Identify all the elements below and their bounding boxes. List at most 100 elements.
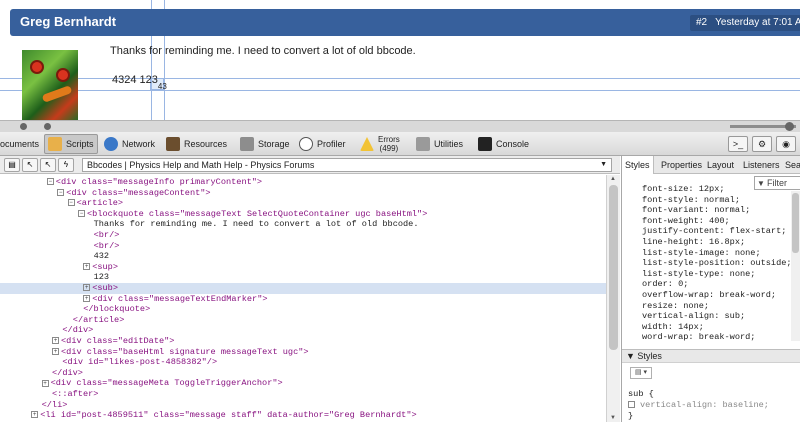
- dom-node-line[interactable]: + <div class="messageTextEndMarker">: [0, 294, 606, 305]
- property-checkbox[interactable]: [628, 401, 635, 409]
- tab-errors[interactable]: Errors (499): [360, 134, 400, 154]
- dom-node-text: <sup>: [92, 261, 118, 272]
- dom-node-text: <div class="messageInfo primaryContent">: [55, 177, 263, 187]
- tab-documents[interactable]: ocuments: [0, 134, 39, 154]
- tab-listeners[interactable]: Listeners: [740, 156, 783, 174]
- devtools-toolbar: ocuments Scripts Network Resources Stora…: [0, 132, 800, 156]
- dom-node-line[interactable]: − <div class="messageInfo primaryContent"…: [0, 177, 606, 188]
- dock-icon[interactable]: ▤: [4, 158, 20, 172]
- tab-search[interactable]: Sear: [782, 156, 800, 174]
- rendered-sub: 43: [157, 82, 167, 91]
- avatar[interactable]: [22, 50, 78, 120]
- computed-property: font-size: 12px;: [642, 184, 725, 194]
- author-name[interactable]: Greg Bernhardt: [20, 14, 116, 29]
- tab-utilities-label: Utilities: [434, 139, 464, 149]
- tab-resources[interactable]: Resources: [166, 134, 227, 154]
- expand-icon[interactable]: +: [52, 337, 59, 345]
- dom-node-line[interactable]: <::after>: [0, 389, 606, 400]
- dock-dot-icon[interactable]: [20, 123, 27, 130]
- collapse-icon[interactable]: −: [78, 210, 85, 218]
- dom-node-line[interactable]: <br/>: [0, 230, 606, 241]
- computed-property: list-style-position: outside;: [642, 258, 792, 269]
- dom-node-line[interactable]: <br/>: [0, 241, 606, 252]
- expand-icon[interactable]: +: [83, 284, 91, 292]
- dom-node-line[interactable]: + <sub>: [0, 283, 606, 294]
- computed-scrollbar[interactable]: [791, 191, 800, 341]
- resources-icon: [166, 137, 180, 151]
- dom-node-line[interactable]: + <div class="baseHtml signature messageT…: [0, 347, 606, 358]
- dom-node-text: <::after>: [52, 389, 99, 399]
- dom-node-text: <div class="messageContent">: [66, 187, 211, 198]
- console-prompt-button[interactable]: >_: [728, 136, 748, 152]
- dom-node-line[interactable]: − <article>: [0, 198, 606, 209]
- page-select-value: Bbcodes | Physics Help and Math Help - P…: [87, 160, 315, 170]
- expand-icon[interactable]: +: [41, 379, 49, 387]
- styles-section-label: Styles: [637, 351, 662, 361]
- tab-storage[interactable]: Storage: [240, 134, 290, 154]
- tab-profiler[interactable]: Profiler: [299, 134, 346, 154]
- database-icon: [240, 137, 254, 151]
- dom-node-line[interactable]: 123: [0, 272, 606, 283]
- dom-node-text: </blockquote>: [83, 304, 151, 315]
- tab-network[interactable]: Network: [104, 134, 155, 154]
- styles-section-header[interactable]: ▼ Styles: [622, 349, 800, 363]
- errors-label-group: Errors (499): [378, 135, 400, 153]
- gear-icon[interactable]: ⚙: [752, 136, 772, 152]
- scrollbar-thumb[interactable]: [609, 185, 618, 350]
- tab-layout[interactable]: Layout: [704, 156, 737, 174]
- dom-node-line[interactable]: + <div class="messageMeta ToggleTriggerAn…: [0, 378, 606, 389]
- rule-selector[interactable]: sub {: [628, 389, 654, 400]
- dom-node-line[interactable]: + <sup>: [0, 262, 606, 273]
- dom-node-line[interactable]: <div id="likes-post-4858382"/>: [0, 357, 606, 368]
- tab-styles[interactable]: Styles: [622, 156, 654, 174]
- inspect-cursor-icon[interactable]: ↖: [22, 158, 38, 172]
- dom-node-text: <br/>: [93, 240, 120, 251]
- dom-tree[interactable]: − <div class="messageInfo primaryContent"…: [0, 175, 606, 422]
- zoom-slider-knob[interactable]: [785, 122, 794, 131]
- dom-node-line[interactable]: </li>: [0, 400, 606, 411]
- tab-scripts[interactable]: Scripts: [44, 134, 98, 154]
- dom-node-line[interactable]: 432: [0, 251, 606, 262]
- expand-icon[interactable]: +: [83, 294, 91, 302]
- select-element-icon[interactable]: ↖: [40, 158, 56, 172]
- tab-properties[interactable]: Properties: [658, 156, 705, 174]
- expand-icon[interactable]: +: [83, 263, 91, 271]
- forum-page: Greg Bernhardt #2 Yesterday at 7:01 AM Th…: [0, 0, 800, 120]
- rule-property[interactable]: vertical-align: baseline;: [628, 400, 769, 411]
- dom-tree-scrollbar[interactable]: ▲ ▼: [606, 175, 620, 422]
- post-number[interactable]: #2: [696, 17, 707, 28]
- styles-tools-dropdown[interactable]: ▤ ▾: [630, 367, 652, 379]
- broadcast-icon[interactable]: ◉: [776, 136, 796, 152]
- collapse-icon[interactable]: −: [57, 188, 65, 196]
- tab-storage-label: Storage: [258, 139, 290, 149]
- dom-node-line[interactable]: </div>: [0, 325, 606, 336]
- lightning-icon[interactable]: ϟ: [58, 158, 74, 172]
- computed-property: font-weight: 400;: [642, 215, 730, 226]
- post-time[interactable]: Yesterday at 7:01 AM: [715, 17, 800, 28]
- devtools-resize-strip[interactable]: [0, 120, 800, 132]
- scrollbar-thumb[interactable]: [792, 193, 799, 253]
- dom-node-line[interactable]: </article>: [0, 315, 606, 326]
- dom-node-text: 432: [93, 251, 110, 262]
- message-text: Thanks for reminding me. I need to conve…: [110, 45, 416, 57]
- dom-node-line[interactable]: + <div class="editDate">: [0, 336, 606, 347]
- collapse-icon[interactable]: −: [46, 178, 54, 186]
- tab-console[interactable]: Console: [478, 134, 529, 154]
- dom-node-line[interactable]: </blockquote>: [0, 304, 606, 315]
- dom-node-line[interactable]: + <li id="post-4859511" class="message st…: [0, 410, 606, 421]
- dom-node-line[interactable]: − <div class="messageContent">: [0, 188, 606, 199]
- scroll-down-icon[interactable]: ▼: [610, 415, 616, 421]
- scroll-up-icon[interactable]: ▲: [610, 176, 616, 182]
- dom-node-line[interactable]: − <blockquote class="messageText SelectQu…: [0, 209, 606, 220]
- tab-utilities[interactable]: Utilities: [416, 134, 463, 154]
- computed-property: word-wrap: break-word;: [642, 332, 756, 343]
- expand-icon[interactable]: +: [31, 411, 39, 419]
- expand-icon[interactable]: +: [52, 347, 59, 355]
- tab-scripts-label: Scripts: [66, 139, 94, 149]
- dom-node-line[interactable]: Thanks for reminding me. I need to conve…: [0, 219, 606, 230]
- dom-node-text: </div>: [62, 325, 94, 336]
- page-select[interactable]: Bbcodes | Physics Help and Math Help - P…: [82, 158, 612, 172]
- dom-node-line[interactable]: </div>: [0, 368, 606, 379]
- collapse-icon[interactable]: −: [67, 199, 75, 207]
- dock-dot-icon[interactable]: [44, 123, 51, 130]
